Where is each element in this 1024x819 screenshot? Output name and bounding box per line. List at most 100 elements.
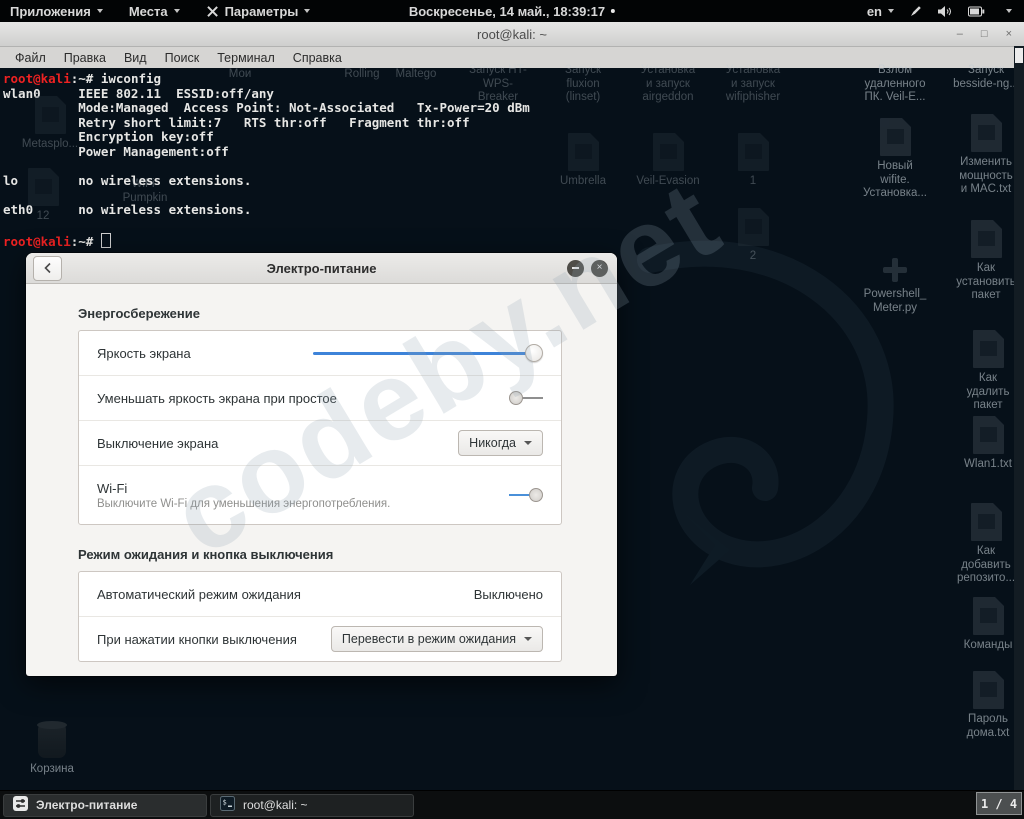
dropdown-value: Никогда <box>469 436 516 450</box>
power-window-title: Электро-питание <box>266 260 377 276</box>
terminal-cursor <box>100 232 111 248</box>
toggle-track <box>509 494 530 496</box>
dropdown-button[interactable]: Никогда <box>458 430 543 456</box>
terminal-output: wlan0 IEEE 802.11 ESSID:off/any Mode:Man… <box>3 85 530 218</box>
terminal-title: root@kali: ~ <box>477 26 547 42</box>
setting-row: Выключение экрана Никогда <box>79 420 561 465</box>
clock[interactable]: Воскресенье, 14 май., 18:39:17 <box>408 0 616 22</box>
applications-menu[interactable]: Приложения <box>10 4 103 19</box>
power-window-body: Энергосбережение Яркость экрана Уменьшать … <box>26 306 617 662</box>
taskbar: Электро-питание $ root@kali: ~ 1 / 4 <box>0 790 1024 819</box>
terminal-scrollbar[interactable] <box>1014 46 1024 819</box>
minimize-button[interactable] <box>567 259 584 277</box>
setting-label-group: Автоматический режим ожидания <box>97 587 301 602</box>
window-close-icon[interactable]: × <box>1006 28 1012 40</box>
back-button[interactable] <box>33 255 62 281</box>
brightness-slider[interactable] <box>313 343 543 363</box>
terminal-menu-item[interactable]: Терминал <box>208 51 284 65</box>
terminal-prompt: root@kali <box>3 71 71 86</box>
caret-down-icon <box>524 441 532 445</box>
terminal-menu-item[interactable]: Поиск <box>156 51 209 65</box>
slider-knob[interactable] <box>525 344 543 362</box>
caret-down-icon <box>96 9 103 13</box>
caret-down-icon <box>304 9 311 13</box>
setting-label: Уменьшать яркость экрана при простое <box>97 390 337 406</box>
toggle-knob[interactable] <box>529 488 543 502</box>
setting-row: При нажатии кнопки выключения Перевести в… <box>79 616 561 661</box>
settings-menu-label: Параметры <box>224 3 299 19</box>
setting-label: При нажатии кнопки выключения <box>97 631 297 647</box>
applications-menu-label: Приложения <box>10 3 91 19</box>
back-icon <box>44 262 51 274</box>
power-settings-icon <box>13 796 28 814</box>
settings-card: Автоматический режим ожидания Выключено Пр… <box>78 571 562 662</box>
notification-dot-icon <box>611 9 616 13</box>
terminal-command: iwconfig <box>100 71 162 86</box>
taskbar-button-label: Электро-питание <box>36 798 138 812</box>
caret-down-icon <box>1006 9 1012 13</box>
taskbar-button-label: root@kali: ~ <box>243 798 308 812</box>
setting-label-group: При нажатии кнопки выключения <box>97 632 297 647</box>
desktop-screen: root@kali: ~ – □ × Файл Правка Вид Поиск Тер… <box>0 0 1024 819</box>
terminal-titlebar[interactable]: root@kali: ~ – □ × <box>0 22 1024 47</box>
system-menu[interactable] <box>1000 9 1012 13</box>
dropdown-button[interactable]: Перевести в режим ожидания <box>330 626 543 652</box>
section-header: Режим ожидания и кнопка выключения <box>78 547 334 562</box>
setting-value: Выключено <box>473 586 543 602</box>
taskbar-button[interactable]: $ root@kali: ~ <box>210 793 414 817</box>
setting-label-group: Уменьшать яркость экрана при простое <box>97 391 337 406</box>
close-button[interactable]: × <box>591 259 608 277</box>
slider-track <box>313 351 538 355</box>
setting-label-group: Яркость экрана <box>97 346 191 361</box>
caret-down-icon <box>888 9 894 13</box>
taskbar-button[interactable]: Электро-питание <box>3 793 207 817</box>
workspace-indicator[interactable]: 1 / 4 <box>976 792 1022 815</box>
caret-down-icon <box>173 9 180 13</box>
setting-label: Автоматический режим ожидания <box>97 586 301 602</box>
close-icon: × <box>596 262 603 273</box>
setting-row: Яркость экрана <box>79 331 561 375</box>
toggle-track <box>521 397 543 399</box>
window-maximize-icon[interactable]: □ <box>981 28 988 40</box>
minimize-icon <box>572 267 579 269</box>
terminal-menu-item[interactable]: Файл <box>6 51 55 65</box>
places-menu-label: Места <box>128 3 168 19</box>
terminal-menu-item[interactable]: Правка <box>55 51 115 65</box>
settings-card: Яркость экрана Уменьшать яркость экрана п… <box>78 330 562 525</box>
setting-row: Wi-Fi Выключите Wi-Fi для уменьшения энер… <box>79 465 561 524</box>
terminal-menu-item[interactable]: Вид <box>115 51 156 65</box>
svg-text:$: $ <box>223 799 227 807</box>
wifi-toggle[interactable] <box>509 488 543 502</box>
terminal-menu-item[interactable]: Справка <box>284 51 351 65</box>
setting-label-group: Выключение экрана <box>97 436 218 451</box>
clock-text: Воскресенье, 14 май., 18:39:17 <box>408 3 606 19</box>
setting-label-group: Wi-Fi Выключите Wi-Fi для уменьшения энер… <box>97 481 390 510</box>
window-minimize-icon[interactable]: – <box>957 28 963 40</box>
setting-sublabel: Выключите Wi-Fi для уменьшения энергопот… <box>97 497 391 510</box>
dropdown-value: Перевести в режим ожидания <box>341 632 516 646</box>
places-menu[interactable]: Места <box>129 4 180 19</box>
setting-row[interactable]: Автоматический режим ожидания Выключено <box>79 572 561 616</box>
power-titlebar[interactable]: Электро-питание × <box>26 253 617 284</box>
terminal-scrollbar-thumb[interactable] <box>1015 48 1023 63</box>
settings-menu[interactable]: Параметры <box>206 4 311 19</box>
idle-dim-toggle[interactable] <box>509 391 543 405</box>
toggle-knob[interactable] <box>509 391 523 405</box>
top-panel: Приложения Места Параметры Воскресенье, … <box>0 0 1024 22</box>
section-header: Энергосбережение <box>78 306 200 321</box>
volume-icon[interactable] <box>937 5 953 18</box>
terminal-icon: $ <box>220 796 235 814</box>
setting-label: Яркость экрана <box>97 345 191 361</box>
wrench-icon <box>206 5 218 17</box>
terminal-text: root@kali:~# iwconfig wlan0 IEEE 802.11 … <box>3 71 530 249</box>
network-pen-icon[interactable] <box>909 5 922 18</box>
setting-row: Уменьшать яркость экрана при простое <box>79 375 561 420</box>
battery-icon[interactable] <box>968 6 985 17</box>
setting-label: Выключение экрана <box>97 435 219 451</box>
keyboard-layout-menu[interactable]: en <box>867 4 894 19</box>
keyboard-layout-label: en <box>866 3 882 19</box>
power-settings-window: Электро-питание × Энергосбережение Яркост… <box>26 253 617 676</box>
caret-down-icon <box>524 637 532 641</box>
terminal-menubar: Файл Правка Вид Поиск Терминал Справка <box>0 47 1024 68</box>
setting-label: Wi-Fi <box>97 480 128 496</box>
